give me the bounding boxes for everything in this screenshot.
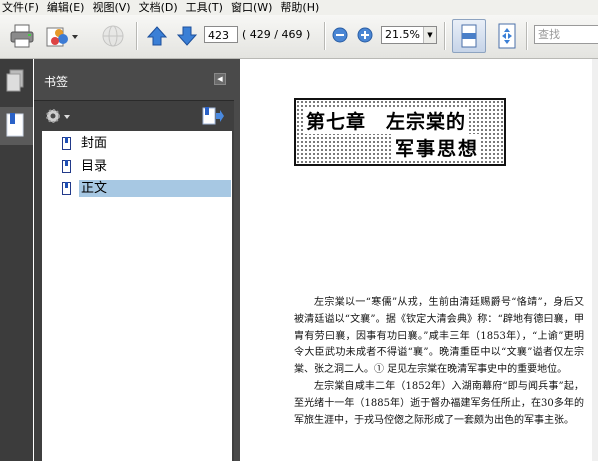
pages-panel-button[interactable] — [5, 69, 27, 93]
bookmark-icon — [62, 181, 71, 195]
next-page-button[interactable] — [176, 24, 198, 48]
paragraph: 左宗棠自咸丰二年（1852年）入湖南幕府“即与闻兵事”起，至光绪十一年（1885… — [294, 380, 584, 426]
bookmark-label: 正文 — [79, 179, 231, 197]
paragraph: 左宗棠以一“寒儒”从戎，生前由清廷赐爵号“恪靖”，身后又被清廷谥以“文襄”。据《… — [294, 297, 584, 376]
zoom-in-button[interactable] — [356, 26, 374, 44]
zoom-in-icon — [357, 27, 373, 43]
bookmarks-panel: 书签 ◀ 封面 目录 正文 — [34, 59, 234, 461]
page-number-input[interactable]: 423 — [204, 26, 238, 43]
bookmarks-panel-button[interactable] — [0, 107, 33, 145]
document-view[interactable]: 第七章 左宗棠的 军事思想 左宗棠以一“寒儒”从戎，生前由清廷赐爵号“恪靖”，身… — [240, 59, 598, 461]
menu-help[interactable]: 帮助(H) — [278, 0, 325, 15]
search-input[interactable]: 查找 — [534, 25, 598, 44]
toolbar: 423 ( 429 / 469 ) 21.5% ▼ 查找 — [0, 15, 598, 59]
zoom-out-button[interactable] — [331, 26, 349, 44]
fit-page-button[interactable] — [492, 21, 522, 51]
zoom-value: 21.5% — [385, 28, 420, 41]
page-count: ( 429 / 469 ) — [242, 28, 311, 41]
globe-icon — [102, 25, 124, 47]
web-button[interactable] — [100, 23, 126, 49]
navigation-rail — [0, 59, 33, 461]
bookmark-icon — [6, 113, 24, 137]
bookmark-icon — [62, 136, 71, 150]
bookmark-item-contents[interactable]: 目录 — [62, 157, 109, 175]
vertical-scrollbar[interactable] — [592, 59, 598, 461]
zoom-out-icon — [332, 27, 348, 43]
printer-icon — [10, 24, 34, 48]
pages-icon — [6, 69, 24, 92]
bookmark-list: 封面 目录 正文 — [42, 131, 232, 461]
panel-toolbar — [34, 101, 234, 131]
fit-page-icon — [498, 23, 516, 49]
bookmark-label: 封面 — [81, 135, 108, 151]
menu-view[interactable]: 视图(V) — [90, 0, 136, 15]
menu-tools[interactable]: 工具(T) — [184, 0, 229, 15]
print-button[interactable] — [8, 23, 36, 49]
bookmark-item-cover[interactable]: 封面 — [62, 134, 109, 152]
arrow-down-icon — [177, 26, 197, 46]
bookmark-label: 目录 — [81, 158, 108, 174]
menu-file[interactable]: 文件(F) — [0, 0, 45, 15]
chapter-title-line2: 军事思想 — [393, 134, 482, 161]
chapter-title-box: 第七章 左宗棠的 军事思想 — [294, 98, 506, 166]
menu-document[interactable]: 文档(D) — [137, 0, 184, 15]
menu-edit[interactable]: 编辑(E) — [45, 0, 91, 15]
menu-bar: 文件(F) 编辑(E) 视图(V) 文档(D) 工具(T) 窗口(W) 帮助(H… — [0, 0, 598, 15]
panel-title: 书签 — [44, 75, 69, 89]
bookmark-item-main-text[interactable]: 正文 — [62, 179, 231, 197]
collaborate-icon — [46, 27, 78, 47]
body-text: 左宗棠以一“寒儒”从戎，生前由清廷赐爵号“恪靖”，身后又被清廷谥以“文襄”。据《… — [294, 295, 584, 429]
fit-width-button[interactable] — [452, 19, 486, 53]
menu-window[interactable]: 窗口(W) — [229, 0, 278, 15]
arrow-up-icon — [147, 26, 167, 46]
options-menu-button[interactable] — [44, 107, 72, 125]
panel-header: 书签 ◀ — [34, 59, 234, 101]
collaborate-button[interactable] — [44, 23, 80, 49]
bookmark-icon — [62, 159, 71, 173]
fit-width-icon — [461, 24, 477, 48]
collapse-panel-button[interactable]: ◀ — [214, 73, 226, 85]
zoom-select[interactable]: 21.5% ▼ — [381, 26, 437, 44]
gear-icon — [46, 109, 70, 123]
chapter-title-line1: 第七章 左宗棠的 — [304, 107, 469, 134]
new-bookmark-icon — [202, 107, 224, 125]
previous-page-button[interactable] — [146, 24, 168, 48]
chevron-down-icon[interactable]: ▼ — [423, 27, 436, 43]
new-bookmark-button[interactable] — [200, 106, 224, 126]
